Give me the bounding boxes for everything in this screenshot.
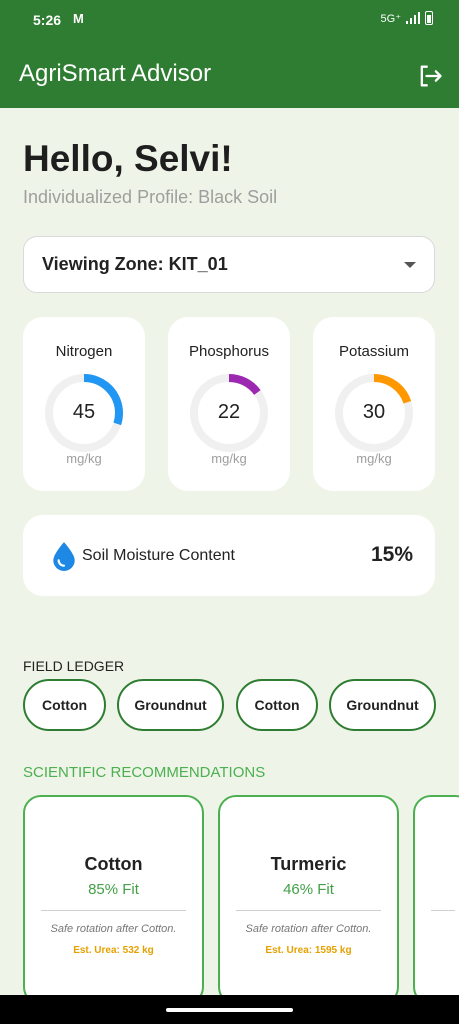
zone-label: Viewing Zone: KIT_01 [42,254,228,274]
moisture-label: Soil Moisture Content [82,547,235,564]
app-bar: AgriSmart Advisor [0,40,459,108]
network-label: 5G⁺ [380,12,401,25]
recommendation-card-partial[interactable] [413,795,459,1005]
nutrient-name: Potassium [338,343,410,360]
ledger-chip[interactable]: Cotton [23,679,106,731]
recommendation-card[interactable]: Cotton 85% Fit Safe rotation after Cotto… [23,795,204,1005]
status-time: 5:26 [33,12,62,28]
zone-dropdown[interactable]: Viewing Zone: KIT_01 [23,236,435,293]
card-divider [431,910,455,911]
nutrient-card-nitrogen: Nitrogen 45 mg/kg [23,317,145,491]
nutrient-unit: mg/kg [356,451,392,466]
crop-name: Turmeric [270,854,347,874]
moisture-card: Soil Moisture Content 15% [23,515,435,596]
fit-score: 85% Fit [88,881,139,898]
signal-icon [406,12,420,24]
battery-icon [425,11,433,25]
nutrient-unit: mg/kg [66,451,102,466]
system-nav-bar [0,995,459,1024]
logout-icon[interactable] [416,62,444,90]
nutrient-value: 45 [72,401,96,423]
urea-estimate: Est. Urea: 1595 kg [265,945,352,956]
nutrient-value: 30 [362,401,386,423]
carrier-icon: M [73,11,84,26]
greeting-title: Hello, Selvi! [23,138,233,179]
ledger-chip[interactable]: Groundnut [329,679,436,731]
nutrient-value: 22 [217,401,241,423]
rotation-note: Safe rotation after Cotton. [245,923,372,935]
recommendations-heading: SCIENTIFIC RECOMMENDATIONS [23,764,266,781]
ledger-chip[interactable]: Groundnut [117,679,224,731]
app-title: AgriSmart Advisor [19,60,212,87]
nutrient-name: Nitrogen [55,343,113,360]
field-ledger-heading: FIELD LEDGER [23,658,125,674]
card-divider [236,910,381,911]
rotation-note: Safe rotation after Cotton. [50,923,177,935]
home-gesture-handle[interactable] [166,1008,293,1012]
moisture-value: 15% [370,543,413,566]
ledger-chip[interactable]: Cotton [236,679,318,731]
urea-estimate: Est. Urea: 532 kg [73,945,154,956]
status-icons: 5G⁺ [381,11,433,25]
water-drop-icon [53,542,75,571]
nutrient-card-potassium: Potassium 30 mg/kg [313,317,435,491]
nutrient-name: Phosphorus [188,343,270,360]
fit-score: 46% Fit [283,881,334,898]
recommendation-card[interactable]: Turmeric 46% Fit Safe rotation after Cot… [218,795,399,1005]
nutrient-card-phosphorus: Phosphorus 22 mg/kg [168,317,290,491]
nutrient-unit: mg/kg [211,451,247,466]
status-bar: 5:26 M 5G⁺ [0,0,459,40]
dropdown-caret-icon [404,261,416,268]
profile-subtitle: Individualized Profile: Black Soil [23,187,278,207]
crop-name: Cotton [84,854,143,874]
card-divider [41,910,186,911]
